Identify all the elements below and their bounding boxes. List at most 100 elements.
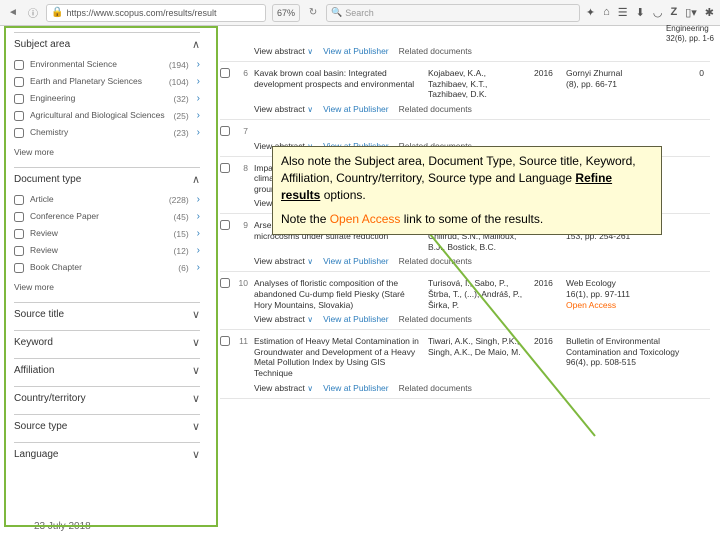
result-source[interactable]: Web Ecology16(1), pp. 97-111Open Access	[566, 278, 682, 310]
page-body: Subject area ∧ Environmental Science(194…	[0, 26, 720, 540]
chevron-right-icon[interactable]: ›	[197, 245, 200, 256]
facet-header-keyword[interactable]: Keyword ∨	[14, 331, 200, 354]
related-documents-link[interactable]: Related documents	[399, 383, 472, 393]
facet-checkbox[interactable]	[14, 111, 24, 121]
result-row: 11Estimation of Heavy Metal Contaminatio…	[220, 330, 710, 381]
related-documents-link[interactable]: Related documents	[399, 104, 472, 114]
chevron-right-icon[interactable]: ›	[197, 127, 200, 138]
facet-count: (228)	[169, 195, 189, 205]
chevron-right-icon[interactable]: ›	[197, 262, 200, 273]
facet-checkbox[interactable]	[14, 195, 24, 205]
chevron-right-icon[interactable]: ›	[197, 93, 200, 104]
results-column: Engineering 32(6), pp. 1-6 View abstract…	[210, 26, 720, 540]
chevron-right-icon[interactable]: ›	[197, 59, 200, 70]
result-source[interactable]: Gornyi Zhurnal(8), pp. 66-71	[566, 68, 682, 100]
facet-header-country[interactable]: Country/territory ∨	[14, 387, 200, 410]
reload-icon[interactable]: ↻	[306, 6, 320, 20]
facet-checkbox[interactable]	[14, 94, 24, 104]
facet-count: (104)	[169, 77, 189, 87]
facet-header-language[interactable]: Language ∨	[14, 443, 200, 466]
result-title[interactable]: Estimation of Heavy Metal Contamination …	[254, 336, 422, 379]
facet-checkbox[interactable]	[14, 246, 24, 256]
facet-count: (23)	[174, 128, 189, 138]
facet-item[interactable]: Review(12)›	[14, 242, 200, 259]
result-title[interactable]: Analyses of floristic composition of the…	[254, 278, 422, 310]
view-abstract-link[interactable]: View abstract ∨	[254, 383, 313, 393]
chevron-right-icon[interactable]: ›	[197, 76, 200, 87]
view-publisher-link[interactable]: View at Publisher	[323, 46, 389, 56]
result-title[interactable]	[254, 126, 422, 137]
back-icon[interactable]: ◄	[6, 6, 20, 20]
facet-item[interactable]: Review(15)›	[14, 225, 200, 242]
facet-title: Country/territory	[14, 393, 86, 404]
chevron-right-icon[interactable]: ›	[197, 228, 200, 239]
view-abstract-link[interactable]: View abstract ∨	[254, 46, 313, 56]
info-icon[interactable]: ⓘ	[26, 6, 40, 20]
facet-item[interactable]: Environmental Science(194)›	[14, 56, 200, 73]
result-checkbox[interactable]	[220, 278, 230, 288]
result-checkbox[interactable]	[220, 220, 230, 230]
view-publisher-link[interactable]: View at Publisher	[323, 256, 389, 266]
home-icon[interactable]: ⌂	[603, 6, 610, 19]
browser-search[interactable]: 🔍 Search	[326, 4, 580, 22]
menu-icon[interactable]: ☰	[618, 6, 628, 19]
facet-checkbox[interactable]	[14, 212, 24, 222]
facet-item[interactable]: Conference Paper(45)›	[14, 208, 200, 225]
chevron-right-icon[interactable]: ›	[197, 211, 200, 222]
view-more-subject[interactable]: View more	[14, 145, 200, 163]
toolbar-icons: ✦ ⌂ ☰ ⬇ ◡ Z ▯▾ ✱	[586, 6, 714, 19]
pocket-icon[interactable]: ◡	[653, 6, 663, 19]
facet-item[interactable]: Engineering(32)›	[14, 90, 200, 107]
facet-checkbox[interactable]	[14, 229, 24, 239]
result-authors[interactable]: Tiwari, A.K., Singh, P.K., Singh, A.K., …	[428, 336, 528, 379]
result-authors[interactable]: Turisová, I., Sabo, P., Štrba, T., (...)…	[428, 278, 528, 310]
result-checkbox[interactable]	[220, 126, 230, 136]
download-icon[interactable]: ⬇	[636, 6, 645, 19]
related-documents-link[interactable]: Related documents	[399, 256, 472, 266]
view-abstract-link[interactable]: View abstract ∨	[254, 314, 313, 324]
result-checkbox[interactable]	[220, 68, 230, 78]
view-more-doctype[interactable]: View more	[14, 280, 200, 298]
facet-checkbox[interactable]	[14, 263, 24, 273]
result-authors[interactable]: Kojabaev, K.A., Tazhibaev, K.T., Tazhiba…	[428, 68, 528, 100]
result-checkbox[interactable]	[220, 336, 230, 346]
extra-icon[interactable]: ✱	[705, 6, 714, 19]
facet-item[interactable]: Earth and Planetary Sciences(104)›	[14, 73, 200, 90]
facet-language: Language ∨	[14, 442, 200, 466]
result-checkbox[interactable]	[220, 163, 230, 173]
view-abstract-link[interactable]: View abstract ∨	[254, 104, 313, 114]
chevron-right-icon[interactable]: ›	[197, 194, 200, 205]
open-access-label[interactable]: Open Access	[566, 300, 616, 310]
self-icon[interactable]: ✦	[586, 6, 595, 19]
facet-header-affiliation[interactable]: Affiliation ∨	[14, 359, 200, 382]
view-publisher-link[interactable]: View at Publisher	[323, 104, 389, 114]
doc-icon[interactable]: ▯▾	[685, 6, 697, 19]
facet-checkbox[interactable]	[14, 77, 24, 87]
zotero-icon[interactable]: Z	[670, 6, 677, 19]
facet-header-sourcetitle[interactable]: Source title ∨	[14, 303, 200, 326]
facet-header-doctype[interactable]: Document type ∧	[14, 168, 200, 191]
result-source[interactable]: Bulletin of Environmental Contamination …	[566, 336, 682, 379]
view-publisher-link[interactable]: View at Publisher	[323, 314, 389, 324]
result-title[interactable]: Kavak brown coal basin: Integrated devel…	[254, 68, 422, 100]
result-source[interactable]	[566, 126, 682, 137]
chevron-down-icon: ∨	[192, 308, 200, 321]
address-bar[interactable]: 🔒 https://www.scopus.com/results/result	[46, 4, 266, 22]
facet-header-subject[interactable]: Subject area ∧	[14, 33, 200, 56]
facet-header-sourcetype[interactable]: Source type ∨	[14, 415, 200, 438]
view-publisher-link[interactable]: View at Publisher	[323, 383, 389, 393]
facet-item[interactable]: Chemistry(23)›	[14, 124, 200, 141]
facet-checkbox[interactable]	[14, 60, 24, 70]
facet-label: Agricultural and Biological Sciences	[30, 110, 174, 120]
facet-item[interactable]: Agricultural and Biological Sciences(25)…	[14, 107, 200, 124]
result-authors[interactable]	[428, 126, 528, 137]
facet-checkbox[interactable]	[14, 128, 24, 138]
zoom-level[interactable]: 67%	[272, 4, 300, 22]
related-documents-link[interactable]: Related documents	[399, 46, 472, 56]
facet-title: Subject area	[14, 39, 70, 50]
facet-item[interactable]: Article(228)›	[14, 191, 200, 208]
chevron-right-icon[interactable]: ›	[197, 110, 200, 121]
related-documents-link[interactable]: Related documents	[399, 314, 472, 324]
view-abstract-link[interactable]: View abstract ∨	[254, 256, 313, 266]
facet-item[interactable]: Book Chapter(6)›	[14, 259, 200, 276]
